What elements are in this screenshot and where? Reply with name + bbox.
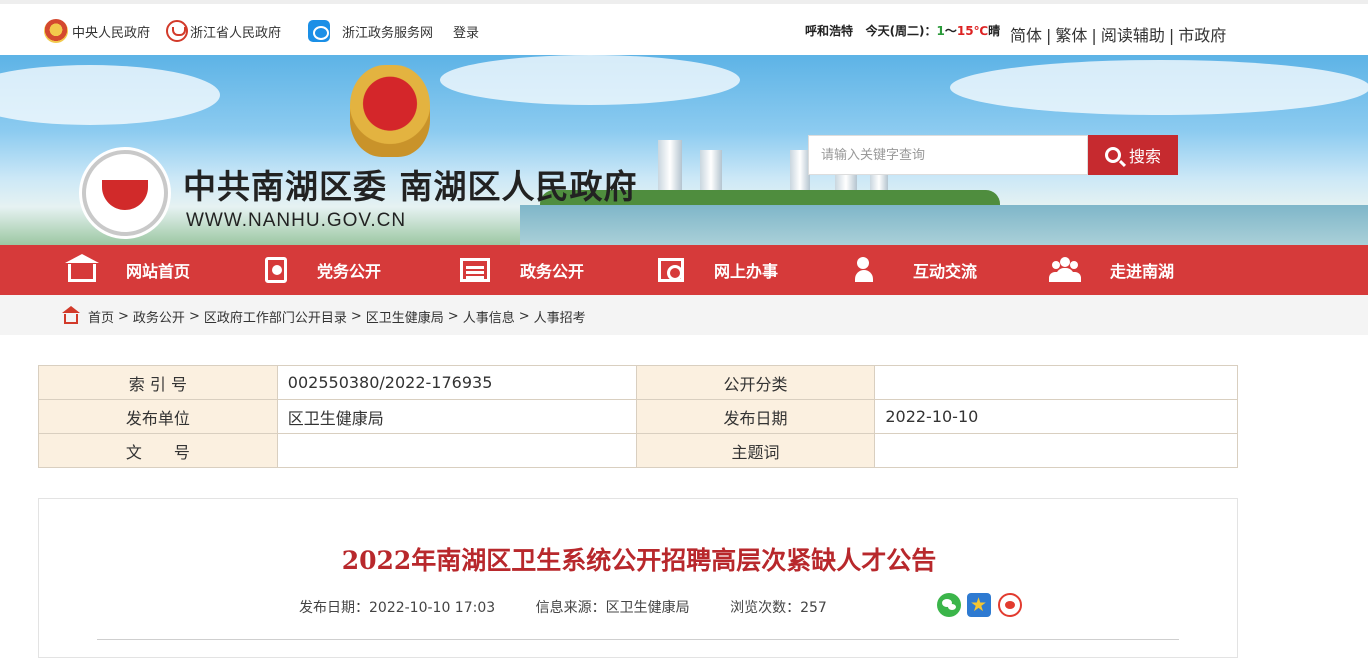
publish-date: 发布日期：2022-10-10 17:03: [299, 600, 496, 616]
zhejiang-logo-icon: [166, 20, 188, 42]
people-icon: [1052, 257, 1080, 283]
gov-affairs-icon: [460, 258, 490, 282]
national-emblem-icon: [44, 19, 68, 43]
search-icon: [1104, 147, 1121, 163]
publisher-value: 区卫生健康局: [276, 399, 637, 434]
date-value: 2022-10-10: [874, 399, 1238, 434]
search-button[interactable]: 搜索: [1088, 135, 1178, 175]
home-icon: [62, 305, 80, 324]
index-value: 002550380/2022-176935: [276, 365, 637, 400]
docno-value: [276, 433, 637, 468]
index-label: 索 引 号: [38, 365, 278, 400]
central-gov-link[interactable]: 中央人民政府: [44, 18, 150, 44]
info-table: 索 引 号 002550380/2022-176935 公开分类 发布单位 区卫…: [38, 365, 1238, 468]
article-meta: 发布日期：2022-10-10 17:03 信息来源：区卫生健康局 浏览次数：2…: [299, 597, 863, 617]
party-book-icon: [265, 257, 287, 283]
zhejiang-service-link[interactable]: 浙江政务服务网: [308, 18, 433, 44]
table-row: 索 引 号 002550380/2022-176935 公开分类: [38, 365, 1238, 400]
nanhu-logo: [82, 150, 168, 236]
article-title: 2022年南湖区卫生系统公开招聘高层次紧缺人才公告: [341, 546, 937, 575]
info-source: 信息来源：区卫生健康局: [535, 600, 690, 616]
nav-online-service[interactable]: 网上办事: [658, 245, 778, 295]
breadcrumb: 首页 > 政务公开 > 区政府工作部门公开目录 > 区卫生健康局 > 人事信息 > 人事招…: [62, 305, 586, 326]
breadcrumb-home[interactable]: 首页: [88, 307, 114, 326]
zhejiang-service-icon: [308, 20, 330, 42]
site-title: 中共南湖区委 南湖区人民政府: [183, 167, 638, 206]
nav-gov-affairs[interactable]: 政务公开: [460, 245, 584, 295]
nav-about-nanhu[interactable]: 走进南湖: [1052, 245, 1174, 295]
breadcrumb-gov-affairs[interactable]: 政务公开: [133, 307, 185, 326]
breadcrumb-catalog[interactable]: 区政府工作部门公开目录: [204, 307, 347, 326]
traditional-link[interactable]: 繁体: [1055, 26, 1087, 45]
main-nav: 网站首页 党务公开 政务公开 网上办事 互动交流 走进南湖: [0, 245, 1368, 295]
category-label: 公开分类: [635, 365, 876, 400]
zhejiang-gov-link[interactable]: 浙江省人民政府: [166, 18, 281, 44]
category-value: [874, 365, 1238, 400]
interaction-icon: [855, 257, 883, 283]
nav-interaction[interactable]: 互动交流: [855, 245, 977, 295]
qzone-share-icon[interactable]: [967, 593, 991, 617]
city-gov-link[interactable]: 市政府: [1178, 26, 1226, 45]
party-emblem-icon: [350, 65, 430, 157]
nav-party-affairs[interactable]: 党务公开: [265, 245, 381, 295]
docno-label: 文 号: [38, 433, 278, 468]
date-label: 发布日期: [635, 399, 876, 434]
site-url: WWW.NANHU.GOV.CN: [186, 210, 407, 231]
nav-home[interactable]: 网站首页: [65, 245, 190, 295]
weather-info: 呼和浩特 今天(周二)：1～15℃晴: [805, 24, 1001, 38]
simplified-link[interactable]: 简体: [1010, 26, 1042, 45]
breadcrumb-recruitment[interactable]: 人事招考: [534, 307, 586, 326]
keyword-value: [874, 433, 1238, 468]
view-count: 浏览次数：257: [730, 600, 827, 616]
breadcrumb-bar: 首页 > 政务公开 > 区政府工作部门公开目录 > 区卫生健康局 > 人事信息 > 人事招…: [0, 295, 1368, 335]
breadcrumb-personnel[interactable]: 人事信息: [463, 307, 515, 326]
keyword-label: 主题词: [635, 433, 876, 468]
home-icon: [65, 254, 99, 282]
wechat-share-icon[interactable]: [937, 593, 961, 617]
table-row: 文 号 主题词: [38, 433, 1238, 468]
table-row: 发布单位 区卫生健康局 发布日期 2022-10-10: [38, 399, 1238, 434]
search-input[interactable]: 请输入关键字查询: [808, 135, 1088, 175]
weibo-share-icon[interactable]: [998, 593, 1022, 617]
top-tools: 简体 | 繁体 | 阅读辅助 | 市政府: [1010, 26, 1227, 45]
publisher-label: 发布单位: [38, 399, 278, 434]
article-panel: 2022年南湖区卫生系统公开招聘高层次紧缺人才公告 发布日期：2022-10-1…: [38, 498, 1238, 658]
reading-assist-link[interactable]: 阅读辅助: [1101, 26, 1165, 45]
breadcrumb-health-bureau[interactable]: 区卫生健康局: [366, 307, 444, 326]
divider: [97, 639, 1179, 640]
top-bar: 中央人民政府 浙江省人民政府 浙江政务服务网 登录 呼和浩特 今天(周二)：1～…: [0, 0, 1368, 55]
online-service-icon: [658, 258, 684, 282]
login-link[interactable]: 登录: [453, 18, 479, 44]
